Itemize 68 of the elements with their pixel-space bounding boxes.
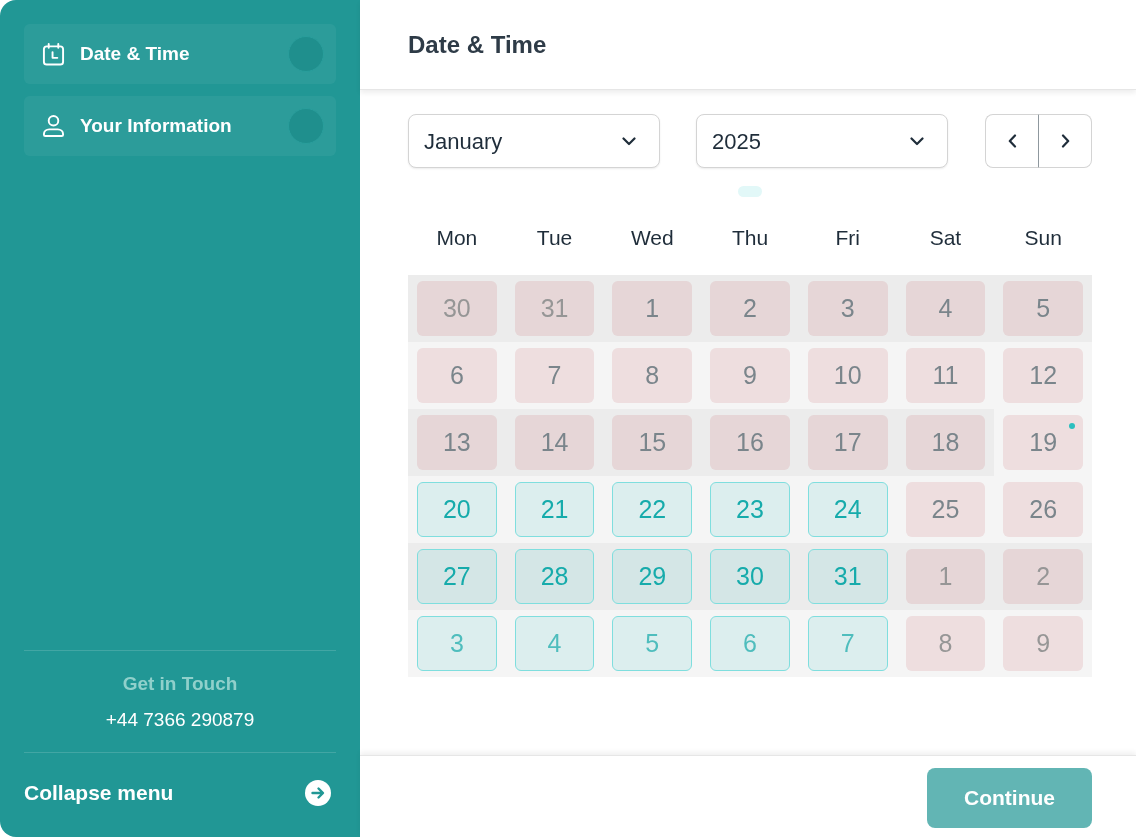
weekday-label: Wed bbox=[630, 225, 674, 252]
calendar-day[interactable]: 2 bbox=[1003, 549, 1083, 604]
calendar-day[interactable]: 5 bbox=[1003, 281, 1083, 336]
calendar-day[interactable]: 5 bbox=[612, 616, 693, 671]
calendar-day[interactable]: 7 bbox=[807, 616, 888, 671]
contact-heading: Get in Touch bbox=[122, 672, 238, 696]
calendar-day[interactable]: 19 bbox=[1003, 415, 1083, 470]
calendar-day[interactable]: 15 bbox=[612, 415, 693, 470]
calendar-day[interactable]: 27 bbox=[417, 549, 497, 604]
calendar-day[interactable]: 30 bbox=[417, 281, 497, 336]
calendar-day[interactable]: 4 bbox=[905, 281, 986, 336]
weekday-label: Fri bbox=[835, 225, 860, 252]
calendar-day[interactable]: 31 bbox=[807, 549, 888, 604]
page-title: Date & Time bbox=[408, 29, 547, 60]
calendar-day[interactable]: 13 bbox=[417, 415, 497, 470]
person-icon bbox=[42, 114, 65, 138]
calendar-day[interactable]: 25 bbox=[905, 482, 986, 537]
chevron-right-icon bbox=[1060, 134, 1070, 148]
calendar-day[interactable]: 4 bbox=[514, 616, 595, 671]
calendar-day[interactable]: 30 bbox=[710, 549, 790, 604]
today-dot-icon bbox=[1069, 423, 1075, 429]
calendar-day[interactable]: 12 bbox=[1003, 348, 1083, 403]
calendar-day[interactable]: 3 bbox=[807, 281, 888, 336]
calendar-day[interactable]: 24 bbox=[807, 482, 888, 537]
phone-number: +44 7366 290879 bbox=[105, 708, 255, 732]
chevron-down-icon bbox=[622, 136, 636, 146]
weekday-label: Sun bbox=[1024, 225, 1062, 252]
calendar-day[interactable]: 8 bbox=[905, 616, 986, 671]
collapse-menu-button[interactable]: Collapse menu bbox=[24, 753, 336, 833]
year-select[interactable]: 2025 bbox=[696, 114, 948, 168]
calendar-day[interactable]: 6 bbox=[710, 616, 790, 671]
month-select[interactable]: January bbox=[408, 114, 660, 168]
next-month-button[interactable] bbox=[1038, 114, 1092, 168]
calendar-day[interactable]: 2 bbox=[710, 281, 790, 336]
calendar-day[interactable]: 9 bbox=[1003, 616, 1083, 671]
calendar-day[interactable]: 21 bbox=[514, 482, 595, 537]
calendar-day[interactable]: 8 bbox=[612, 348, 693, 403]
calendar-day[interactable]: 11 bbox=[905, 348, 986, 403]
weekday-label: Mon bbox=[436, 225, 478, 252]
chevron-left-icon bbox=[1007, 134, 1017, 148]
weekday-label: Thu bbox=[731, 225, 769, 252]
arrow-right-circle-icon bbox=[305, 780, 331, 806]
step-tab[interactable]: Your Information bbox=[24, 96, 336, 156]
calendar-day[interactable]: 23 bbox=[710, 482, 790, 537]
chevron-down-icon bbox=[910, 136, 924, 146]
calendar-day[interactable]: 18 bbox=[905, 415, 986, 470]
calendar-day[interactable]: 9 bbox=[710, 348, 790, 403]
step-tab[interactable]: Date & Time bbox=[24, 24, 336, 84]
calendar-day[interactable]: 29 bbox=[612, 549, 693, 604]
calendar-day[interactable]: 17 bbox=[807, 415, 888, 470]
calendar-day[interactable]: 1 bbox=[905, 549, 986, 604]
pill-indicator-icon bbox=[738, 186, 762, 197]
previous-month-button[interactable] bbox=[985, 114, 1038, 168]
calendar-day[interactable]: 16 bbox=[710, 415, 790, 470]
weekday-label: Tue bbox=[536, 225, 573, 252]
calendar-day[interactable]: 26 bbox=[1003, 482, 1083, 537]
calendar-day[interactable]: 10 bbox=[807, 348, 888, 403]
calendar-day[interactable]: 20 bbox=[417, 482, 497, 537]
calendar-day[interactable]: 3 bbox=[417, 616, 497, 671]
calendar-day[interactable]: 6 bbox=[417, 348, 497, 403]
calendar-clock-icon bbox=[42, 42, 65, 66]
calendar-day[interactable]: 1 bbox=[612, 281, 693, 336]
calendar-day[interactable]: 22 bbox=[612, 482, 693, 537]
weekday-label: Sat bbox=[929, 225, 962, 252]
calendar-day[interactable]: 7 bbox=[514, 348, 595, 403]
calendar-day[interactable]: 28 bbox=[514, 549, 595, 604]
calendar-day[interactable]: 14 bbox=[514, 415, 595, 470]
calendar-day[interactable]: 31 bbox=[514, 281, 595, 336]
